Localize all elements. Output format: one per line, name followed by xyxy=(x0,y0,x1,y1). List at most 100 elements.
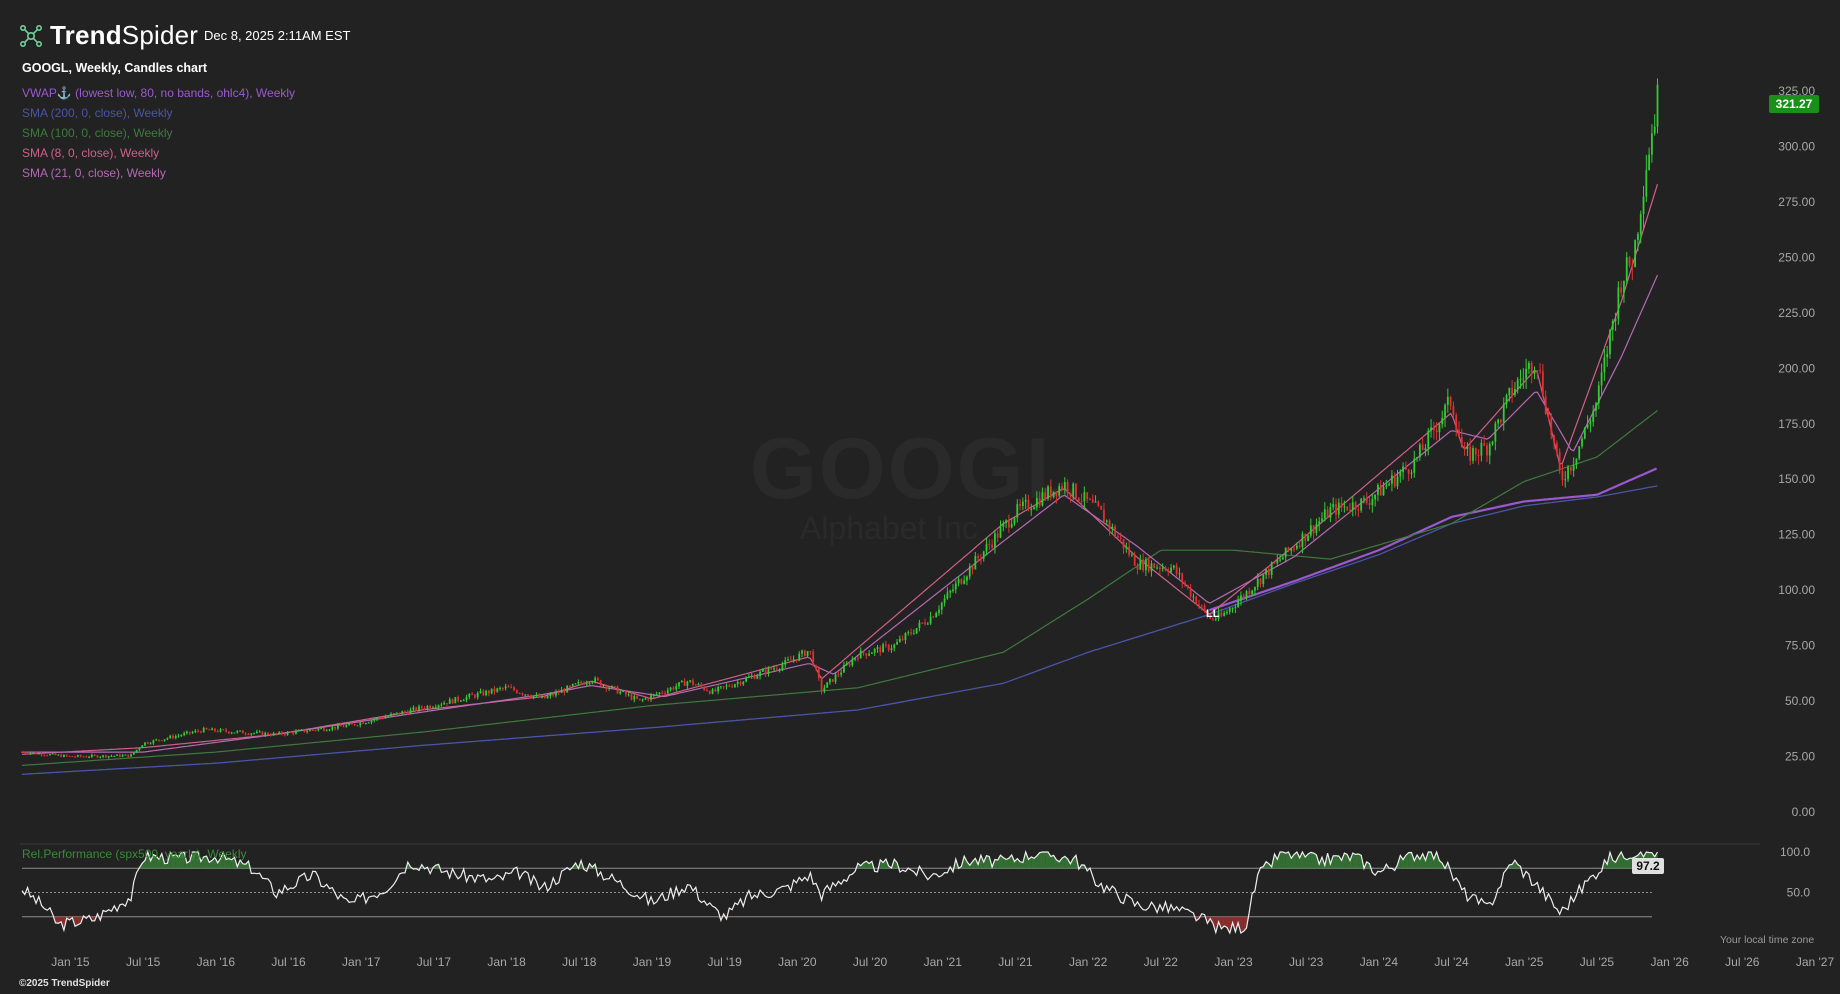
candle-body xyxy=(1181,573,1184,583)
candle-body xyxy=(602,685,605,687)
candle-body xyxy=(295,730,297,734)
candle-body xyxy=(904,633,907,640)
candle-body xyxy=(557,691,560,693)
candle-body xyxy=(1421,444,1424,451)
ma-line[interactable] xyxy=(22,274,1659,753)
candle-body xyxy=(1516,379,1519,390)
candle-body xyxy=(1606,354,1609,358)
candle-body xyxy=(725,685,728,687)
candle-body xyxy=(504,686,507,689)
candle-body xyxy=(792,659,795,661)
candle-body xyxy=(1413,458,1416,473)
candle-body xyxy=(1569,467,1572,471)
candle-body xyxy=(1049,486,1052,497)
rel-performance-label[interactable]: Rel.Performance (spx500, yearly), Weekly xyxy=(22,847,247,861)
candle-body xyxy=(289,732,292,734)
x-tick-label: Jul '22 xyxy=(1144,955,1179,969)
ma-line[interactable] xyxy=(21,485,1658,775)
candle-body xyxy=(823,687,826,692)
candle-body xyxy=(1377,485,1379,495)
candle-body xyxy=(865,653,868,656)
candle-body xyxy=(51,753,54,755)
candle-body xyxy=(669,687,672,691)
x-tick-label: Jan '24 xyxy=(1360,955,1399,969)
candle-body xyxy=(739,682,742,685)
x-tick-label: Jan '18 xyxy=(487,955,526,969)
candle-body xyxy=(686,681,689,686)
candle-body xyxy=(1103,509,1105,522)
candle-body xyxy=(1597,385,1600,404)
candle-body xyxy=(1038,498,1041,506)
candle-body xyxy=(479,691,482,694)
candle-body xyxy=(1541,371,1544,397)
candle-body xyxy=(309,729,311,732)
x-tick-label: Jan '20 xyxy=(778,955,817,969)
candle-body xyxy=(689,680,692,682)
candle-body xyxy=(1497,419,1500,424)
candle-body xyxy=(622,690,624,692)
candle-body xyxy=(1491,441,1494,445)
candle-body xyxy=(775,668,778,670)
candle-body xyxy=(1449,396,1452,406)
candle-body xyxy=(1226,611,1228,614)
candle-body xyxy=(328,729,331,731)
candle-body xyxy=(1108,520,1111,529)
ma-line[interactable] xyxy=(21,184,1659,755)
candle-body xyxy=(1550,416,1553,436)
candle-body xyxy=(974,556,977,570)
candle-body xyxy=(451,699,454,704)
ma-line[interactable] xyxy=(21,410,1658,766)
anchor-low-marker[interactable]: LL xyxy=(1206,608,1220,620)
candle-body xyxy=(1363,498,1365,500)
candle-body xyxy=(938,609,940,613)
candle-body xyxy=(255,731,258,734)
candle-body xyxy=(761,669,764,672)
candle-body xyxy=(658,692,661,695)
candle-body xyxy=(714,689,717,692)
candle-body xyxy=(994,533,996,548)
candle-body xyxy=(208,729,211,731)
candle-body xyxy=(1117,536,1119,538)
candle-body xyxy=(1483,442,1486,446)
candle-body xyxy=(591,681,594,683)
candle-body xyxy=(820,678,823,692)
rp-overbought-fill xyxy=(1428,852,1432,869)
candle-body xyxy=(482,691,485,696)
candle-body xyxy=(1089,499,1091,501)
candle-body xyxy=(180,735,183,737)
price-chart[interactable]: 325.00300.00275.00250.00225.00200.00175.… xyxy=(0,0,1840,994)
candle-body xyxy=(1309,525,1312,536)
candle-body xyxy=(1262,574,1265,585)
candle-body xyxy=(781,664,784,670)
candle-body xyxy=(317,728,320,731)
candle-body xyxy=(524,694,527,696)
x-tick-label: Jan '17 xyxy=(342,955,381,969)
candle-body xyxy=(901,638,904,640)
candle-body xyxy=(1254,587,1256,591)
rp-overbought-fill xyxy=(1352,853,1356,869)
candle-body xyxy=(1265,569,1268,575)
candle-body xyxy=(1321,518,1323,522)
rp-overbought-fill xyxy=(986,855,990,869)
candle-body xyxy=(789,659,792,661)
candle-body xyxy=(93,754,96,756)
candle-body xyxy=(1267,569,1270,575)
candle-body xyxy=(806,650,809,657)
candle-body xyxy=(21,752,23,754)
candle-body xyxy=(980,558,982,560)
candle-body xyxy=(90,754,93,757)
candle-body xyxy=(1251,590,1254,595)
candle-body xyxy=(848,663,851,666)
candle-body xyxy=(437,705,440,708)
candle-body xyxy=(767,667,770,674)
candle-body xyxy=(448,699,451,704)
candle-body xyxy=(879,647,882,653)
candle-body xyxy=(829,678,831,683)
candle-body xyxy=(1586,424,1589,428)
candle-body xyxy=(454,697,457,704)
candle-body xyxy=(977,556,980,559)
candle-body xyxy=(652,694,655,696)
candle-body xyxy=(778,669,781,671)
candle-body xyxy=(613,685,616,687)
ma-line[interactable] xyxy=(1208,467,1658,612)
